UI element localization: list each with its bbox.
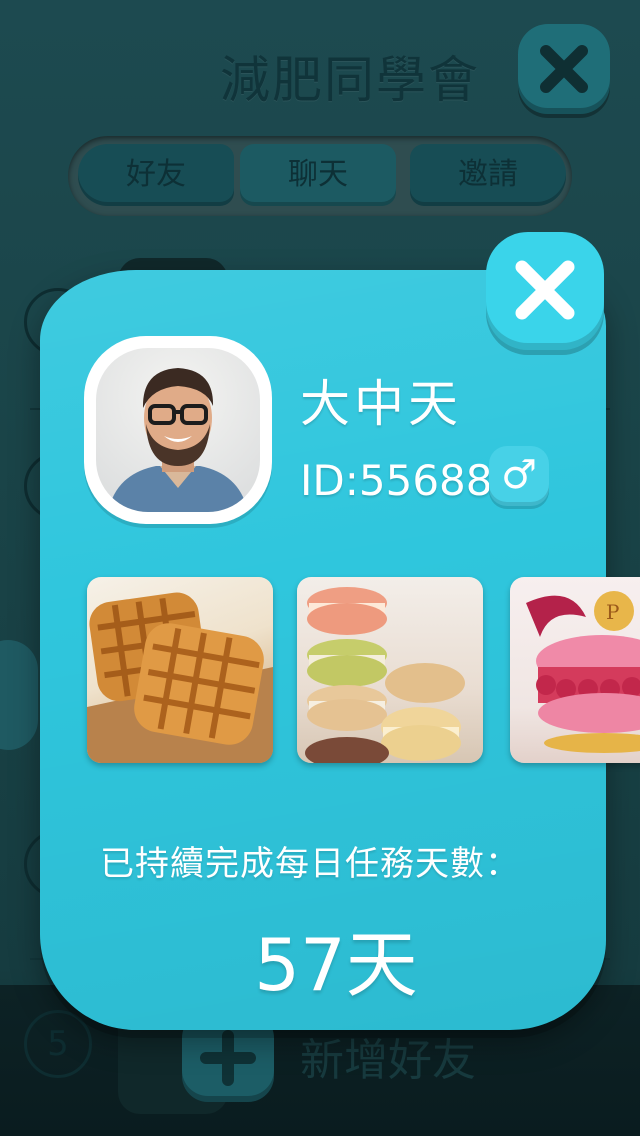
tab-chat[interactable]: 聊天: [240, 144, 396, 206]
background-drop-button[interactable]: [0, 640, 38, 750]
photo-macarons[interactable]: [297, 577, 483, 763]
plus-icon: [200, 1030, 256, 1086]
streak-value: 57天: [254, 923, 418, 1007]
popup-close-button[interactable]: [486, 232, 604, 350]
add-friend-label[interactable]: 新增好友: [300, 1024, 476, 1088]
svg-text:P: P: [606, 600, 619, 624]
profile-avatar: [84, 336, 272, 524]
user-name: 大中天: [300, 375, 462, 433]
user-id: ID:55688: [300, 456, 493, 505]
close-icon: [540, 45, 588, 93]
tab-invite[interactable]: 邀請: [410, 144, 566, 206]
close-icon: [515, 260, 575, 320]
avatar-photo: [96, 348, 260, 512]
cake-image: P: [526, 591, 640, 753]
tab-bar: 好友 聊天 邀請: [68, 136, 572, 216]
person-portrait: [108, 368, 248, 512]
streak-label: 已持續完成每日任務天數：: [100, 844, 520, 884]
photo-cake[interactable]: P: [510, 577, 640, 763]
macaron-image: [305, 587, 465, 763]
waffle-image: [87, 592, 273, 763]
photo-waffles[interactable]: [87, 577, 273, 763]
male-icon: ♂: [489, 446, 549, 506]
tab-friends[interactable]: 好友: [78, 144, 234, 206]
background-close-button[interactable]: [518, 24, 610, 114]
